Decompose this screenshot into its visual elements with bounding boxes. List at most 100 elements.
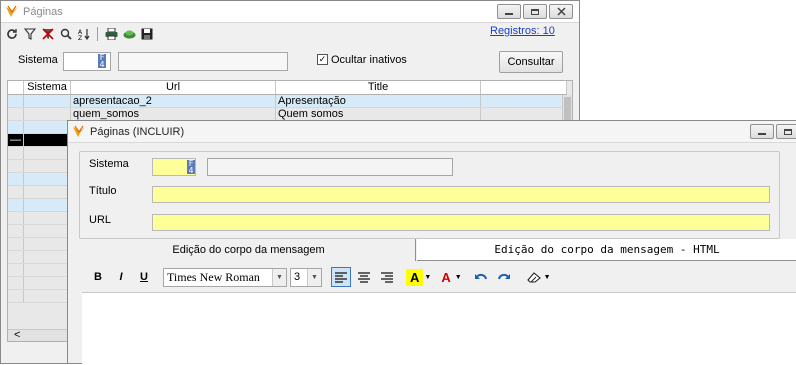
table-row[interactable]: apresentacao_2 Apresentação — [8, 94, 567, 108]
empty-cell — [23, 289, 71, 303]
redo-button[interactable] — [494, 267, 514, 287]
toolbar-separator — [97, 27, 98, 41]
empty-cell — [480, 94, 567, 108]
sistema-description-field — [118, 52, 288, 71]
empty-cell — [23, 263, 71, 277]
window-title: Páginas — [23, 5, 63, 18]
minimize-button[interactable] — [497, 4, 521, 19]
titulo-input[interactable] — [152, 186, 770, 203]
chevron-down-icon: ▼ — [424, 273, 432, 281]
filter-icon[interactable] — [23, 27, 37, 41]
app-logo-icon — [73, 125, 85, 137]
empty-cell — [8, 250, 24, 264]
export-icon[interactable] — [122, 27, 136, 41]
underline-button[interactable]: U — [134, 267, 154, 287]
tab-editor-html[interactable]: Edição do corpo da mensagem - HTML — [417, 239, 796, 261]
refresh-icon[interactable] — [5, 27, 19, 41]
empty-cell — [8, 263, 24, 277]
window-title: Páginas (INCLUIR) — [90, 125, 185, 138]
empty-cell — [23, 250, 71, 264]
row-indicator-header — [8, 81, 24, 95]
search-icon[interactable] — [59, 27, 73, 41]
sistema-cell — [23, 211, 71, 225]
sistema-cell — [23, 185, 71, 199]
paginas-toolbar: AZ — [5, 25, 154, 43]
sistema-label: Sistema — [89, 158, 129, 170]
font-size-value: 3 — [294, 271, 301, 283]
ocultar-checkbox[interactable]: ✓ — [317, 54, 328, 65]
color-letter: A — [441, 269, 451, 285]
empty-cell — [8, 237, 24, 251]
url-input[interactable] — [152, 214, 770, 231]
clear-filter-icon[interactable] — [41, 27, 55, 41]
tab-label: Edição do corpo da mensagem - HTML — [494, 243, 720, 256]
editor-content-area[interactable] — [82, 292, 796, 365]
row-indicator-cell — [8, 211, 24, 225]
col-url-header[interactable]: Url — [70, 81, 276, 95]
redo-icon — [497, 273, 510, 279]
f4-lookup-icon[interactable]: F4 — [187, 160, 195, 175]
chevron-down-icon: ▼ — [543, 273, 551, 281]
url-label: URL — [89, 214, 112, 226]
tab-label: Edição do corpo da mensagem — [172, 244, 325, 256]
sistema-cell — [23, 94, 71, 108]
align-right-button[interactable] — [377, 267, 397, 287]
titulo-label: Título — [89, 185, 117, 197]
paginas-titlebar: Páginas — [1, 1, 579, 23]
font-size-select[interactable]: 3 ▼ — [290, 267, 322, 287]
sistema-description-field — [207, 158, 453, 176]
minimize-button[interactable] — [750, 124, 774, 139]
save-icon[interactable] — [140, 27, 154, 41]
undo-button[interactable] — [471, 267, 491, 287]
row-indicator-cell — [8, 107, 24, 121]
sistema-cell — [23, 120, 71, 134]
chevron-down-icon: ▼ — [454, 273, 462, 281]
bold-button[interactable]: B — [88, 267, 108, 287]
url-cell: apresentacao_2 — [70, 94, 276, 108]
app-logo-icon — [6, 5, 18, 17]
f4-lookup-icon[interactable]: F4 — [98, 54, 106, 69]
row-indicator-cell — [8, 146, 24, 160]
highlight-color-button[interactable]: A ▼ — [406, 267, 431, 287]
empty-cell — [480, 107, 567, 121]
italic-button[interactable]: I — [111, 267, 131, 287]
align-right-icon — [381, 271, 393, 283]
align-left-button[interactable] — [331, 267, 351, 287]
col-sistema-header[interactable]: Sistema — [23, 81, 71, 95]
chevron-down-icon: ▼ — [272, 268, 286, 286]
eraser-icon — [526, 272, 541, 283]
close-button[interactable] — [549, 4, 573, 19]
scroll-left-arrow[interactable]: < — [14, 329, 20, 341]
eraser-button[interactable]: ▼ — [526, 267, 551, 287]
col-title-header[interactable]: Title — [275, 81, 481, 95]
tab-editor-visual[interactable]: Edição do corpo da mensagem — [82, 239, 416, 261]
row-indicator-cell — [8, 120, 24, 134]
print-icon[interactable] — [104, 27, 118, 41]
align-center-button[interactable] — [354, 267, 374, 287]
consultar-button[interactable]: Consultar — [499, 51, 563, 73]
paginas-incluir-window: Páginas (INCLUIR) Sistema F4 Título URL … — [67, 120, 796, 365]
align-left-icon — [335, 271, 347, 283]
incluir-form-panel: Sistema F4 Título URL — [79, 151, 780, 239]
maximize-button[interactable] — [776, 124, 796, 139]
font-name-value: Times New Roman — [167, 269, 260, 284]
sistema-cell — [23, 107, 71, 121]
chevron-down-icon: ▼ — [307, 268, 321, 286]
row-indicator-cell — [8, 185, 24, 199]
sistema-cell — [23, 133, 71, 147]
row-indicator-cell: — — [8, 133, 24, 147]
sistema-label: Sistema — [18, 54, 58, 66]
empty-cell — [23, 237, 71, 251]
sistema-cell — [23, 159, 71, 173]
undo-icon — [474, 273, 487, 279]
text-color-button[interactable]: A ▼ — [438, 267, 461, 287]
row-indicator-cell — [8, 224, 24, 238]
maximize-button[interactable] — [523, 4, 547, 19]
sistema-cell — [23, 172, 71, 186]
sistema-cell — [23, 224, 71, 238]
table-row[interactable]: quem_somos Quem somos — [8, 107, 567, 121]
font-name-select[interactable]: Times New Roman ▼ — [163, 267, 287, 287]
registros-link[interactable]: Registros: 10 — [490, 25, 555, 37]
sort-az-icon[interactable]: AZ — [77, 27, 91, 41]
row-indicator-cell — [8, 172, 24, 186]
